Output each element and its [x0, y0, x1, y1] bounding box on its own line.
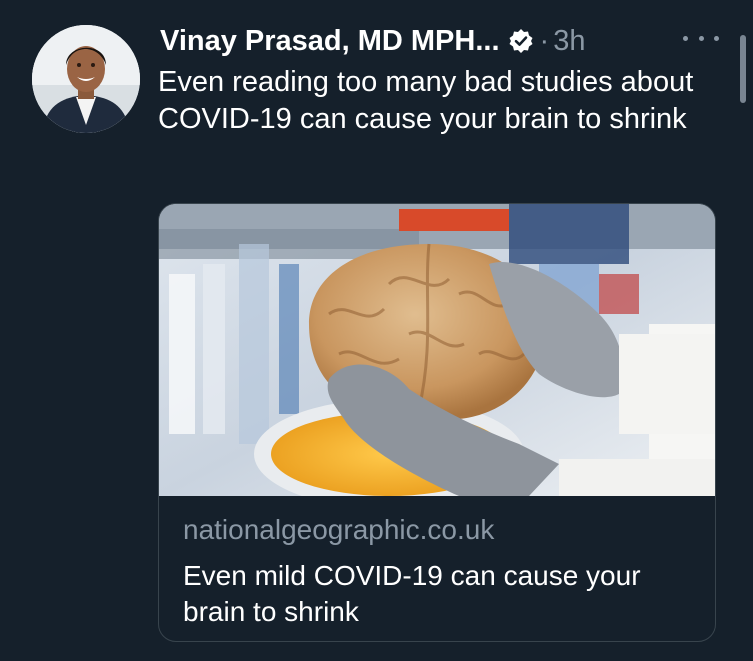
- author-name[interactable]: Vinay Prasad, MD MPH...: [160, 25, 500, 58]
- header-separator: ·: [539, 24, 550, 57]
- card-domain: nationalgeographic.co.uk: [183, 514, 495, 545]
- link-card[interactable]: nationalgeographic.co.uk Even mild COVID…: [158, 203, 716, 642]
- card-image: [159, 204, 715, 496]
- timestamp[interactable]: 3h: [553, 25, 585, 58]
- tweet[interactable]: Vinay Prasad, MD MPH... · 3h Even readin…: [0, 0, 753, 661]
- more-options-icon[interactable]: [683, 26, 719, 50]
- verified-badge-icon: [508, 28, 534, 54]
- card-title: Even mild COVID-19 can cause your brain …: [183, 560, 641, 627]
- tweet-text: Even reading too many bad studies about …: [158, 66, 694, 135]
- more-dot: [714, 35, 719, 41]
- scrollbar[interactable]: [740, 35, 746, 103]
- more-dot: [698, 35, 704, 41]
- avatar[interactable]: [32, 25, 140, 133]
- more-dot: [683, 35, 688, 41]
- tweet-header: Vinay Prasad, MD MPH... · 3h: [160, 22, 585, 60]
